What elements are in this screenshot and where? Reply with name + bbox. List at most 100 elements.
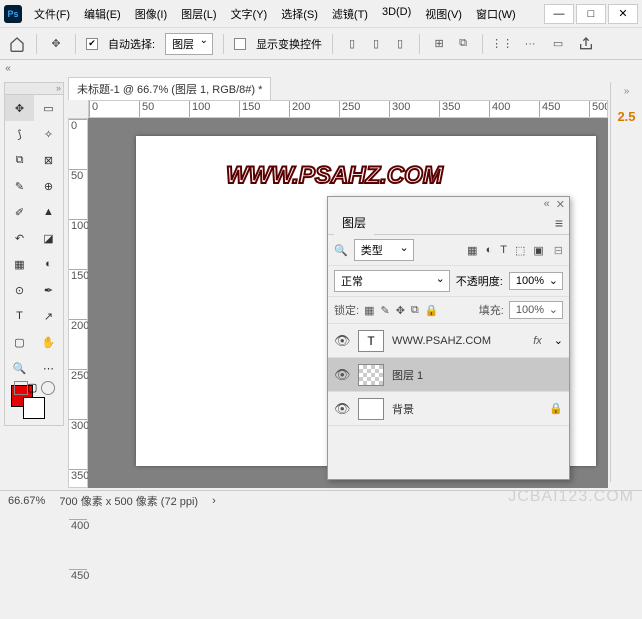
layers-menu-icon[interactable]: ≡	[555, 215, 563, 231]
align-right-icon[interactable]: ▯	[391, 35, 409, 53]
screenmode-button[interactable]: ▢	[27, 381, 41, 395]
filter-kind-dropdown[interactable]: 类型	[354, 239, 414, 261]
lock-transparent-icon[interactable]: ▦	[364, 304, 374, 317]
filter-shape-icon[interactable]: ⬚	[515, 244, 525, 257]
lock-image-icon[interactable]: ✎	[380, 304, 389, 317]
type-tool[interactable]: T	[5, 303, 34, 329]
align-left-icon[interactable]: ▯	[343, 35, 361, 53]
path-tool[interactable]: ↗	[34, 303, 63, 329]
maximize-button[interactable]: □	[576, 4, 606, 24]
close-button[interactable]: ✕	[608, 4, 638, 24]
lock-all-icon[interactable]: 🔒	[425, 304, 439, 317]
visibility-icon[interactable]: 👁	[334, 333, 350, 349]
zoom-level[interactable]: 66.67%	[8, 495, 45, 507]
home-icon[interactable]	[8, 35, 26, 53]
stamp-tool[interactable]: ▲	[34, 199, 63, 225]
layer-name[interactable]: 图层 1	[392, 367, 563, 383]
lock-artboard-icon[interactable]: ⧉	[411, 304, 419, 317]
align-center-icon[interactable]: ▯	[367, 35, 385, 53]
filter-pixel-icon[interactable]: ▦	[467, 244, 477, 257]
3d-mode-icon[interactable]: ⋮⋮	[493, 35, 511, 53]
visibility-icon[interactable]: 👁	[334, 401, 350, 417]
move-tool[interactable]: ✥	[5, 95, 34, 121]
zoom-tool[interactable]: 🔍	[5, 355, 34, 381]
blur-tool[interactable]: ◐	[34, 251, 63, 277]
layer-thumbnail[interactable]	[358, 398, 384, 420]
menu-filter[interactable]: 滤镜(T)	[326, 3, 374, 25]
menu-view[interactable]: 视图(V)	[419, 3, 468, 25]
menu-layer[interactable]: 图层(L)	[175, 3, 222, 25]
history-brush-tool[interactable]: ↶	[5, 225, 34, 251]
menu-3d[interactable]: 3D(D)	[376, 3, 417, 25]
lasso-tool[interactable]: ⟆	[5, 121, 34, 147]
background-color[interactable]	[23, 397, 45, 419]
filter-adjust-icon[interactable]: ◐	[486, 244, 493, 257]
fill-dropdown[interactable]: 100%	[509, 301, 563, 319]
chevron-down-icon[interactable]: ⌄	[554, 334, 563, 347]
fx-icon[interactable]: fx	[533, 335, 542, 347]
collapse-left-icon[interactable]: «	[0, 60, 16, 76]
eraser-tool[interactable]: ◪	[34, 225, 63, 251]
filter-smart-icon[interactable]: ▣	[533, 244, 543, 257]
dodge-tool[interactable]: ⊙	[5, 277, 34, 303]
visibility-icon[interactable]: 👁	[334, 367, 350, 383]
layer-name[interactable]: 背景	[392, 401, 541, 417]
layers-panel-top: « ✕	[328, 197, 569, 211]
layers-tab[interactable]: 图层	[334, 210, 374, 235]
eyedropper-tool[interactable]: ✎	[5, 173, 34, 199]
ruler-tick: 0	[89, 101, 139, 117]
doc-tab[interactable]: 未标题-1 @ 66.7% (图层 1, RGB/8#) *	[68, 77, 271, 100]
panel-toggle-icon[interactable]: ▭	[549, 35, 567, 53]
pen-tool[interactable]: ✒	[34, 277, 63, 303]
menu-image[interactable]: 图像(I)	[129, 3, 173, 25]
move-tool-icon[interactable]: ✥	[47, 35, 65, 53]
shape-tool[interactable]: ▢	[5, 329, 34, 355]
distribute-icon[interactable]: ⊞	[430, 35, 448, 53]
expand-right-icon[interactable]: »	[624, 86, 630, 97]
minimize-button[interactable]: —	[544, 4, 574, 24]
search-icon[interactable]: 🔍	[334, 244, 348, 257]
menu-file[interactable]: 文件(F)	[28, 3, 76, 25]
hand-tool[interactable]: ✋	[34, 329, 63, 355]
crop-tool[interactable]: ⧉	[5, 147, 34, 173]
lock-label: 锁定:	[334, 302, 359, 318]
toolbox-header[interactable]: »	[5, 83, 63, 95]
filter-type-icon[interactable]: T	[500, 244, 507, 257]
layer-thumbnail[interactable]: T	[358, 330, 384, 352]
menu-select[interactable]: 选择(S)	[275, 3, 324, 25]
opacity-label: 不透明度:	[456, 273, 503, 289]
menu-edit[interactable]: 编辑(E)	[78, 3, 127, 25]
healing-tool[interactable]: ⊕	[34, 173, 63, 199]
status-chevron-icon[interactable]: ›	[212, 495, 216, 507]
layer-row[interactable]: 👁 图层 1	[328, 358, 569, 392]
share-icon[interactable]	[577, 35, 595, 53]
collapse-panel-icon[interactable]: «	[544, 198, 550, 210]
autoselect-dropdown[interactable]: 图层	[165, 33, 213, 55]
more-options-icon[interactable]: ···	[521, 35, 539, 53]
magic-wand-tool[interactable]: ✧	[34, 121, 63, 147]
ruler-tick: 50	[139, 101, 189, 117]
menu-type[interactable]: 文字(Y)	[225, 3, 274, 25]
layer-thumbnail[interactable]	[358, 364, 384, 386]
blend-mode-dropdown[interactable]: 正常	[334, 270, 450, 292]
showtransform-checkbox[interactable]	[234, 38, 246, 50]
slice-tool[interactable]: ⊠	[34, 147, 63, 173]
gradient-tool[interactable]: ▦	[5, 251, 34, 277]
ruler-tick: 0	[69, 119, 87, 169]
overlap-icon[interactable]: ⧉	[454, 35, 472, 53]
right-panel-value: 2.5	[617, 109, 635, 124]
marquee-tool[interactable]: ▭	[34, 95, 63, 121]
close-panel-icon[interactable]: ✕	[556, 198, 565, 210]
layer-row[interactable]: 👁背景🔒	[328, 392, 569, 426]
filter-toggle-icon[interactable]: ⊟	[554, 244, 563, 257]
opacity-dropdown[interactable]: 100%	[509, 272, 563, 290]
ruler-tick: 200	[289, 101, 339, 117]
fill-label: 填充:	[479, 302, 504, 318]
autoselect-checkbox[interactable]: ✔	[86, 38, 98, 50]
edit-toolbar[interactable]: ⋯	[34, 355, 63, 381]
brush-tool[interactable]: ✐	[5, 199, 34, 225]
layer-row[interactable]: 👁 T WWW.PSAHZ.COM fx ⌄	[328, 324, 569, 358]
layer-name[interactable]: WWW.PSAHZ.COM	[392, 335, 525, 347]
menu-window[interactable]: 窗口(W)	[470, 3, 522, 25]
lock-position-icon[interactable]: ✥	[396, 304, 405, 317]
